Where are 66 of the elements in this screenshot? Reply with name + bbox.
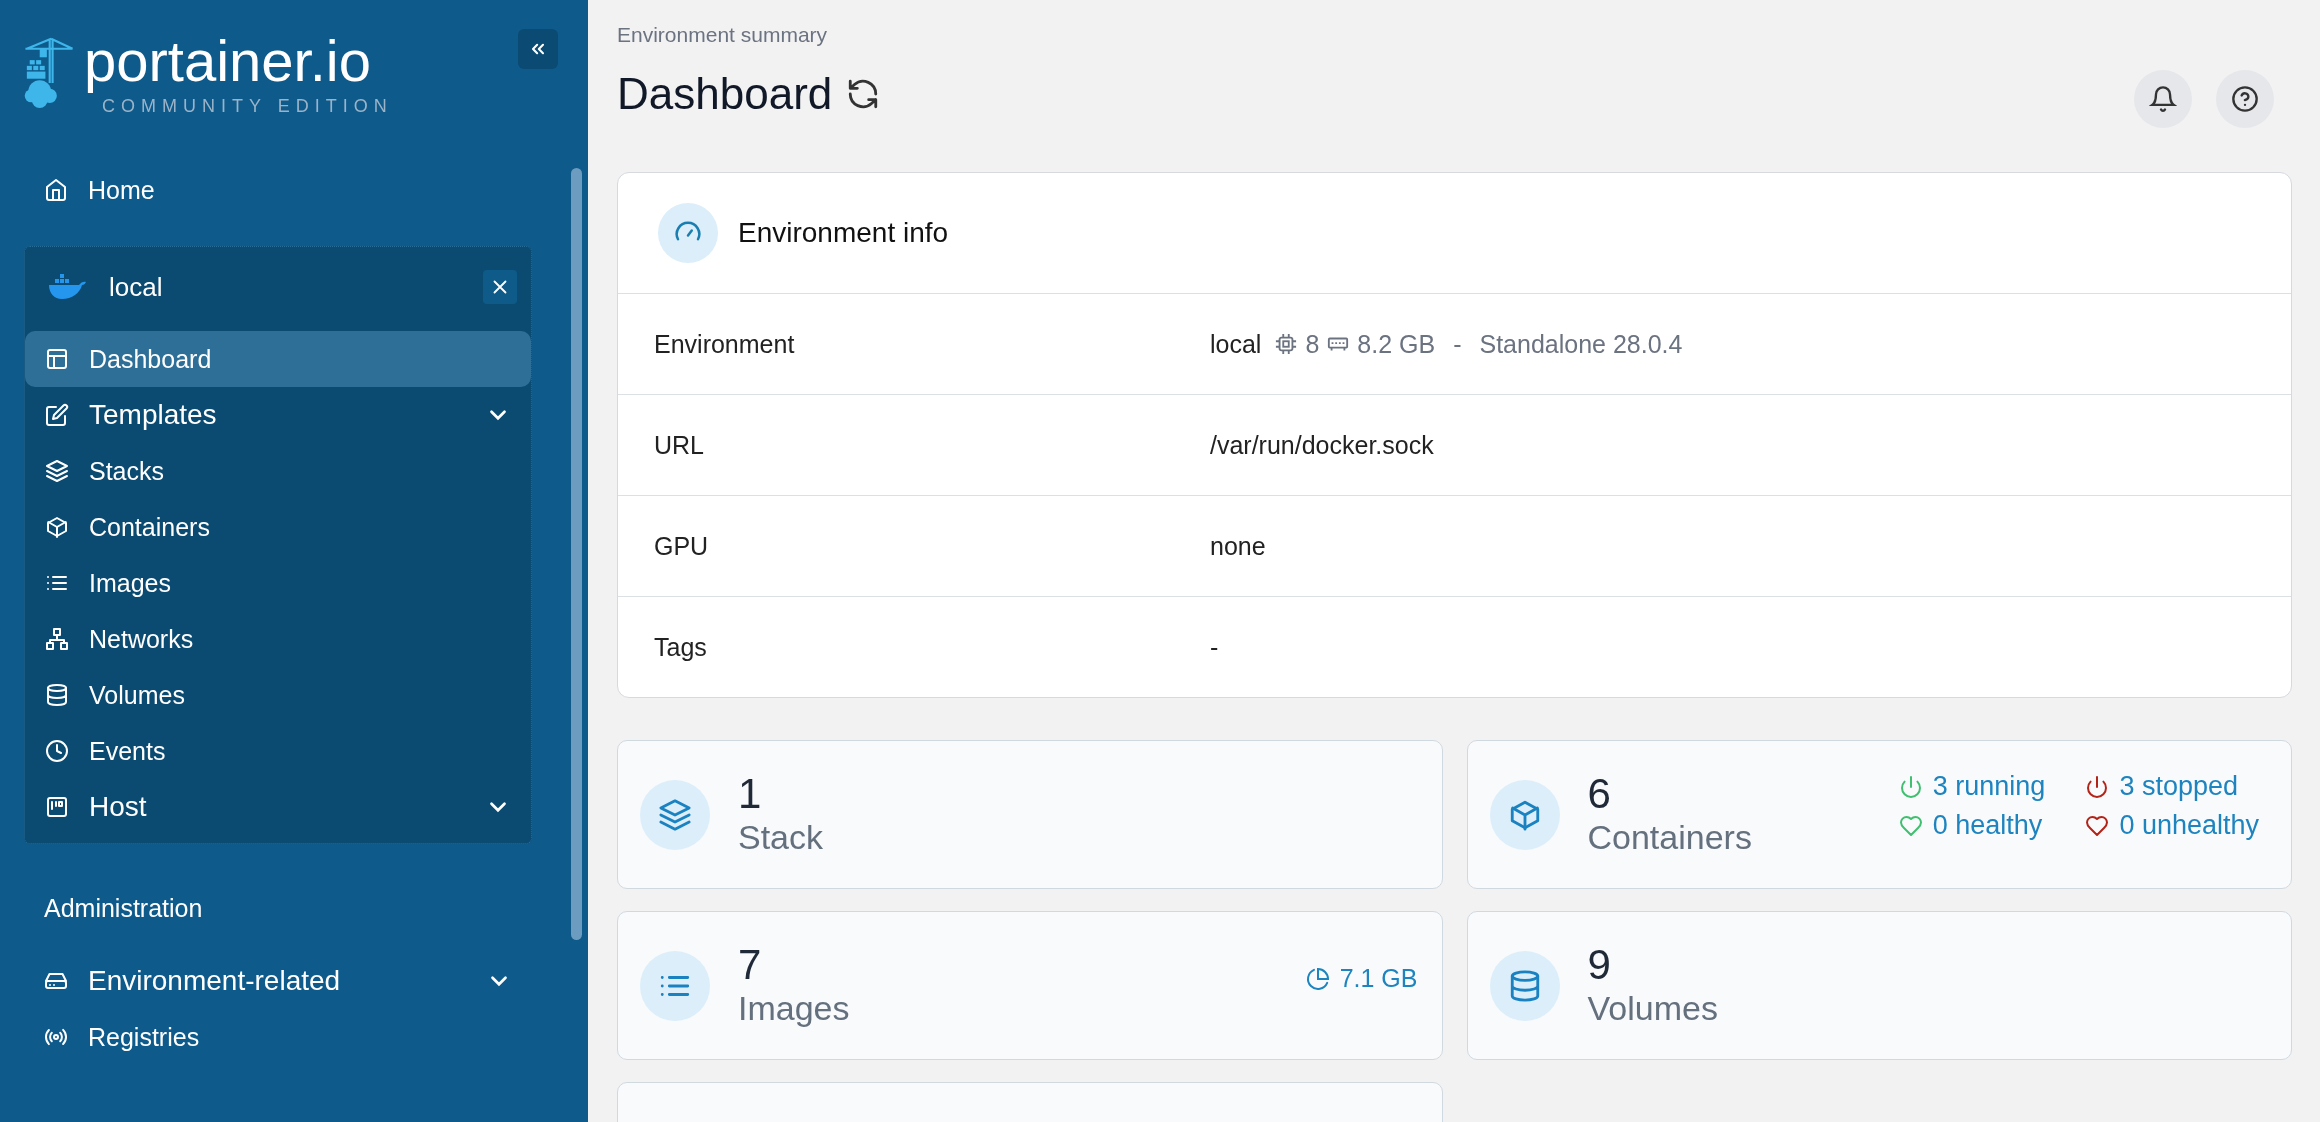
board-icon bbox=[45, 795, 69, 819]
info-label: Environment bbox=[654, 329, 796, 359]
cpu-icon bbox=[1275, 333, 1298, 355]
stat-count: 9 bbox=[1587, 942, 1612, 989]
gauge-icon bbox=[658, 203, 718, 263]
stat-card[interactable]: 6 Containers 3 running 3 stopped 0 healthy 0 unhealthy bbox=[1466, 740, 2292, 889]
bell-icon bbox=[2149, 85, 2177, 113]
status-count: 3 running bbox=[1932, 771, 2046, 802]
cube-icon bbox=[45, 515, 69, 539]
nav-item[interactable]: Networks bbox=[25, 611, 531, 667]
card-title: Environment info bbox=[738, 217, 949, 249]
stat-label: Images bbox=[738, 988, 850, 1029]
section-heading: Administration bbox=[44, 894, 204, 923]
edit-icon bbox=[45, 403, 69, 427]
layers-icon bbox=[658, 797, 692, 832]
stat-label: Volumes bbox=[1587, 988, 1718, 1029]
layout-icon bbox=[45, 347, 69, 371]
stat-card[interactable]: 7 Images 7.1 GB bbox=[617, 911, 1443, 1060]
environment-name: local bbox=[109, 271, 163, 303]
status-count: 0 unhealthy bbox=[2119, 810, 2259, 841]
nav-item[interactable]: Containers bbox=[25, 499, 531, 555]
nav-item[interactable]: Volumes bbox=[25, 667, 531, 723]
nav-item[interactable]: Host bbox=[25, 779, 531, 835]
collapse-sidebar-button[interactable] bbox=[518, 29, 558, 69]
status-count: 3 stopped bbox=[2119, 771, 2238, 802]
nav-item[interactable]: Registries bbox=[24, 1009, 532, 1065]
environment-type: Standalone 28.0.4 bbox=[1479, 329, 1683, 359]
info-label: URL bbox=[654, 430, 705, 460]
page-title: Dashboard bbox=[617, 69, 833, 119]
help-icon bbox=[2231, 85, 2259, 113]
database-icon bbox=[45, 683, 69, 707]
info-value: /var/run/docker.sock bbox=[1210, 430, 1434, 460]
info-label: GPU bbox=[654, 531, 710, 561]
home-icon bbox=[44, 178, 68, 202]
pie-chart-icon bbox=[1305, 966, 1330, 991]
nav-item[interactable]: Environment-related bbox=[24, 953, 532, 1009]
nav-item[interactable]: Events bbox=[25, 723, 531, 779]
images-size: 7.1 GB bbox=[1339, 964, 1418, 993]
layers-icon bbox=[45, 459, 69, 483]
clock-icon bbox=[45, 739, 69, 763]
environment-value: local bbox=[1210, 329, 1262, 359]
scrollbar[interactable] bbox=[571, 168, 582, 940]
info-value: none bbox=[1210, 531, 1266, 561]
nav-item[interactable]: Images bbox=[25, 555, 531, 611]
stat-count: 7 bbox=[738, 942, 763, 989]
info-value: - bbox=[1210, 632, 1219, 662]
close-button[interactable] bbox=[483, 270, 517, 304]
separator: - bbox=[1453, 329, 1462, 359]
breadcrumb: Environment summary bbox=[617, 23, 829, 47]
stat-card[interactable]: 1 Stack bbox=[617, 740, 1443, 889]
cpu-count: 8 bbox=[1305, 329, 1320, 359]
network-icon bbox=[45, 627, 69, 651]
stat-label: Containers bbox=[1587, 817, 1752, 858]
stat-label: Stack bbox=[738, 817, 824, 858]
brand-subtitle: COMMUNITY EDITION bbox=[102, 96, 393, 117]
nav-item[interactable]: Templates bbox=[25, 387, 531, 443]
status-count: 0 healthy bbox=[1932, 810, 2043, 841]
stat-count: 6 bbox=[1587, 771, 1612, 818]
info-label: Tags bbox=[654, 632, 708, 662]
whale-icon bbox=[47, 273, 87, 301]
memory-size: 8.2 GB bbox=[1357, 329, 1436, 359]
nav-item[interactable]: Home bbox=[24, 162, 564, 218]
stat-count: 1 bbox=[738, 771, 763, 818]
nav-item[interactable]: Dashboard bbox=[25, 331, 531, 387]
nav-item[interactable]: Stacks bbox=[25, 443, 531, 499]
stat-card[interactable]: 9 Volumes bbox=[1466, 911, 2292, 1060]
